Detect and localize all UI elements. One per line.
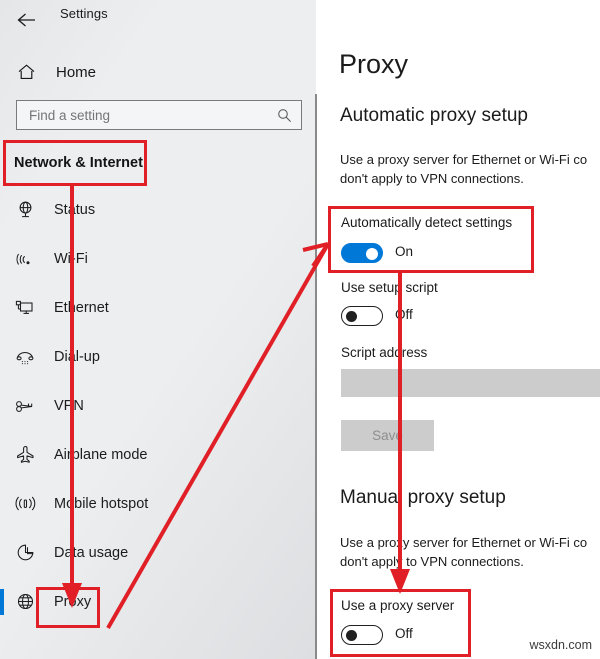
search-input[interactable] [27, 106, 271, 124]
script-address-input[interactable] [341, 369, 600, 397]
toggle-knob [346, 630, 357, 641]
sidebar-item-label: Data usage [54, 544, 129, 561]
sidebar: Settings Home Network & Intern [0, 0, 316, 659]
auto-detect-toggle[interactable] [341, 243, 383, 263]
sidebar-section-header-network-internet[interactable]: Network & Internet [0, 140, 316, 185]
vpn-key-icon [12, 398, 38, 414]
hotspot-signal-icon [12, 495, 38, 512]
home-icon [14, 60, 38, 84]
auto-detect-state: On [395, 244, 414, 259]
script-address-label: Script address [341, 345, 428, 360]
selection-indicator [0, 589, 4, 615]
search-box[interactable] [16, 100, 302, 130]
toggle-knob [366, 248, 378, 260]
wifi-icon [12, 250, 38, 268]
sidebar-item-mobile-hotspot[interactable]: Mobile hotspot [0, 479, 316, 528]
sidebar-item-label: VPN [54, 397, 84, 414]
globe-icon [12, 592, 38, 611]
sidebar-section-header-label: Network & Internet [14, 154, 143, 171]
watermark: wsxdn.com [529, 638, 592, 652]
airplane-icon [12, 445, 38, 464]
sidebar-item-label: Mobile hotspot [54, 495, 149, 512]
use-proxy-toggle[interactable] [341, 625, 383, 645]
manual-proxy-setup-heading: Manual proxy setup [340, 487, 506, 508]
toggle-knob [346, 311, 357, 322]
ethernet-monitor-icon [12, 299, 38, 317]
save-button[interactable]: Save [341, 420, 434, 451]
sidebar-item-label: Proxy [54, 593, 92, 610]
manual-proxy-description: Use a proxy server for Ethernet or Wi-Fi… [340, 535, 588, 569]
sidebar-item-vpn[interactable]: VPN [0, 381, 316, 430]
back-arrow-icon[interactable] [14, 7, 40, 33]
sidebar-item-label: Ethernet [54, 299, 109, 316]
status-globe-icon [12, 200, 38, 219]
setup-script-toggle[interactable] [341, 306, 383, 326]
pie-chart-icon [12, 543, 38, 562]
automatic-proxy-description: Use a proxy server for Ethernet or Wi-Fi… [340, 152, 588, 186]
main-content: Proxy Automatic proxy setup Use a proxy … [317, 0, 600, 659]
sidebar-item-airplane-mode[interactable]: Airplane mode [0, 430, 316, 479]
dialup-phone-icon [12, 348, 38, 366]
window-title: Settings [60, 6, 108, 21]
sidebar-item-status[interactable]: Status [0, 185, 316, 234]
sidebar-item-label: Dial-up [54, 348, 100, 365]
sidebar-item-label: Airplane mode [54, 446, 148, 463]
sidebar-item-ethernet[interactable]: Ethernet [0, 283, 316, 332]
sidebar-item-home[interactable]: Home [0, 55, 316, 89]
sidebar-item-label: Status [54, 201, 96, 218]
sidebar-nav: Network & Internet Status Wi-Fi Ethernet… [0, 140, 316, 626]
title-bar: Settings [0, 0, 316, 40]
sidebar-item-dialup[interactable]: Dial-up [0, 332, 316, 381]
save-button-label: Save [372, 428, 403, 443]
sidebar-item-wifi[interactable]: Wi-Fi [0, 234, 316, 283]
page-title: Proxy [339, 49, 409, 79]
sidebar-item-data-usage[interactable]: Data usage [0, 528, 316, 577]
home-label: Home [56, 63, 97, 81]
use-proxy-state: Off [395, 626, 413, 641]
sidebar-item-label: Wi-Fi [54, 250, 88, 267]
settings-window: Settings Home Network & Intern [0, 0, 600, 659]
use-proxy-label: Use a proxy server [341, 598, 455, 613]
sidebar-item-proxy[interactable]: Proxy [0, 577, 316, 626]
setup-script-label: Use setup script [341, 280, 438, 295]
search-icon [277, 108, 292, 128]
auto-detect-label: Automatically detect settings [341, 215, 513, 230]
setup-script-state: Off [395, 307, 413, 322]
automatic-proxy-setup-heading: Automatic proxy setup [340, 105, 528, 126]
